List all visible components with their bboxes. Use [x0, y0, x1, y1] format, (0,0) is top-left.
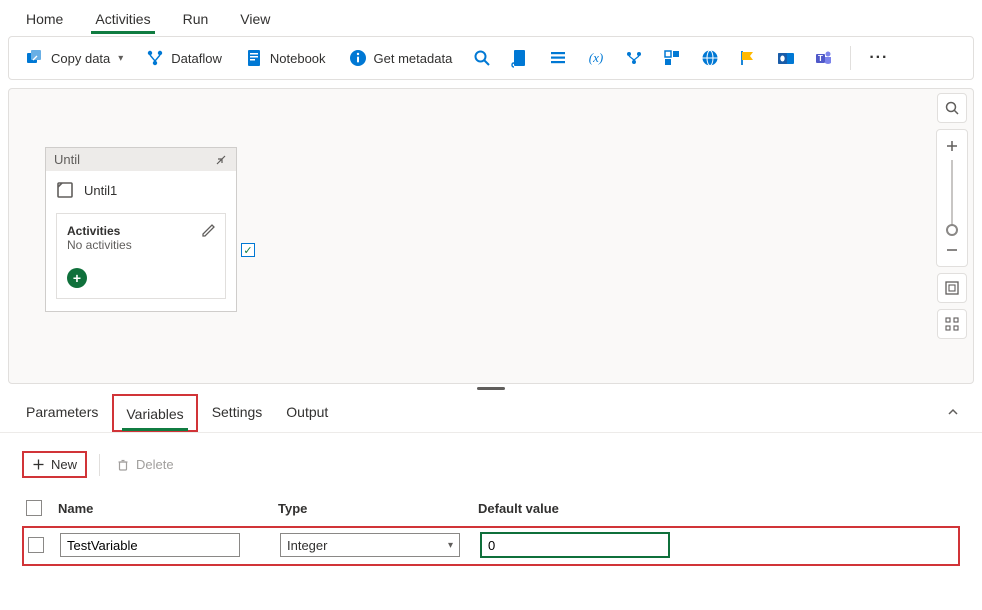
delete-variable-button[interactable]: Delete	[112, 453, 178, 476]
teams-icon-button[interactable]: T	[808, 44, 840, 72]
col-type: Type	[278, 501, 478, 516]
zoom-slider-track[interactable]	[951, 160, 953, 228]
more-button[interactable]: ···	[861, 49, 896, 67]
outlook-icon	[776, 48, 796, 68]
variable-name-input[interactable]	[60, 533, 240, 557]
edit-pencil-icon[interactable]	[201, 222, 217, 238]
copy-data-label: Copy data	[51, 51, 110, 66]
search-icon	[472, 48, 492, 68]
variable-icon-button[interactable]: (x)	[580, 44, 612, 72]
until-loop-icon	[56, 181, 74, 199]
pipeline-icon-button[interactable]	[618, 44, 650, 72]
new-label: New	[51, 457, 77, 472]
action-separator	[99, 454, 100, 476]
collapse-icon[interactable]	[214, 153, 228, 167]
tab-home[interactable]: Home	[12, 3, 77, 33]
top-tab-bar: Home Activities Run View	[0, 0, 982, 36]
zoom-in-button[interactable]	[937, 134, 967, 158]
no-activities-text: No activities	[67, 238, 215, 252]
variable-x-icon: (x)	[586, 48, 606, 68]
flag-icon-button[interactable]	[732, 44, 764, 72]
zoom-slider-group	[936, 129, 968, 267]
svg-text:T: T	[818, 54, 823, 63]
trash-icon	[116, 458, 130, 472]
notebook-icon	[244, 48, 264, 68]
variables-actions: New Delete	[0, 433, 982, 488]
collapse-panel-icon[interactable]	[940, 399, 966, 428]
template-icon	[662, 48, 682, 68]
notebook-label: Notebook	[270, 51, 326, 66]
globe-icon	[700, 48, 720, 68]
dataflow-label: Dataflow	[171, 51, 222, 66]
plus-icon	[32, 458, 45, 471]
col-name: Name	[58, 501, 278, 516]
delete-label: Delete	[136, 457, 174, 472]
web-icon-button[interactable]	[694, 44, 726, 72]
toolbar-separator	[850, 46, 851, 70]
canvas-search-button[interactable]	[937, 93, 967, 123]
tab-activities[interactable]: Activities	[81, 3, 164, 33]
list-icon	[548, 48, 568, 68]
zoom-slider-knob[interactable]	[946, 224, 958, 236]
type-value: Integer	[287, 538, 327, 553]
tab-settings[interactable]: Settings	[202, 394, 273, 432]
variable-default-input[interactable]	[480, 532, 670, 558]
auto-layout-button[interactable]	[937, 309, 967, 339]
table-header-row: Name Type Default value	[22, 494, 960, 526]
copy-data-icon	[25, 48, 45, 68]
activities-box: Activities No activities +	[56, 213, 226, 299]
chevron-down-icon: ▾	[118, 53, 123, 64]
copy-data-button[interactable]: Copy data ▾	[17, 44, 131, 72]
tab-output[interactable]: Output	[276, 394, 338, 432]
success-checkbox[interactable]: ✓	[241, 243, 255, 257]
outlook-icon-button[interactable]	[770, 44, 802, 72]
search-icon-button[interactable]	[466, 44, 498, 72]
table-row: Integer ▾	[22, 526, 960, 566]
script-icon	[510, 48, 530, 68]
node-header: Until	[46, 148, 236, 171]
notebook-button[interactable]: Notebook	[236, 44, 334, 72]
variables-highlight: Variables	[112, 394, 197, 432]
template-icon-button[interactable]	[656, 44, 688, 72]
flag-icon	[738, 48, 758, 68]
script-icon-button[interactable]	[504, 44, 536, 72]
info-icon	[348, 48, 368, 68]
chevron-down-icon: ▾	[448, 540, 453, 551]
select-all-checkbox[interactable]	[26, 500, 42, 516]
bottom-tabs-bar: Parameters Variables Settings Output	[0, 394, 982, 433]
get-metadata-label: Get metadata	[374, 51, 453, 66]
node-type-label: Until	[54, 152, 80, 167]
activities-toolbar: Copy data ▾ Dataflow Notebook Get metada…	[8, 36, 974, 80]
zoom-out-button[interactable]	[937, 238, 967, 262]
tab-variables[interactable]: Variables	[116, 396, 193, 430]
new-variable-button[interactable]: New	[22, 451, 87, 478]
col-default: Default value	[478, 501, 698, 516]
pipeline-canvas[interactable]: Until Until1 Activities No activities +	[8, 88, 974, 384]
teams-icon: T	[814, 48, 834, 68]
variable-type-select[interactable]: Integer ▾	[280, 533, 460, 557]
fit-to-screen-button[interactable]	[937, 273, 967, 303]
node-title: Until1	[84, 183, 117, 198]
tab-view[interactable]: View	[226, 3, 284, 33]
row-checkbox[interactable]	[28, 537, 44, 553]
tab-run[interactable]: Run	[169, 3, 223, 33]
list-icon-button[interactable]	[542, 44, 574, 72]
dataflow-button[interactable]: Dataflow	[137, 44, 230, 72]
canvas-right-rail	[935, 93, 969, 345]
tab-parameters[interactable]: Parameters	[16, 394, 108, 432]
node-title-row: Until1	[46, 171, 236, 207]
get-metadata-button[interactable]: Get metadata	[340, 44, 461, 72]
svg-text:(x): (x)	[589, 50, 603, 65]
add-activity-button[interactable]: +	[67, 268, 87, 288]
pipeline-icon	[624, 48, 644, 68]
activities-heading: Activities	[67, 224, 215, 238]
dataflow-icon	[145, 48, 165, 68]
pane-splitter[interactable]	[0, 384, 982, 392]
variables-table: Name Type Default value Integer ▾	[0, 488, 982, 572]
until-activity-node[interactable]: Until Until1 Activities No activities +	[45, 147, 237, 312]
